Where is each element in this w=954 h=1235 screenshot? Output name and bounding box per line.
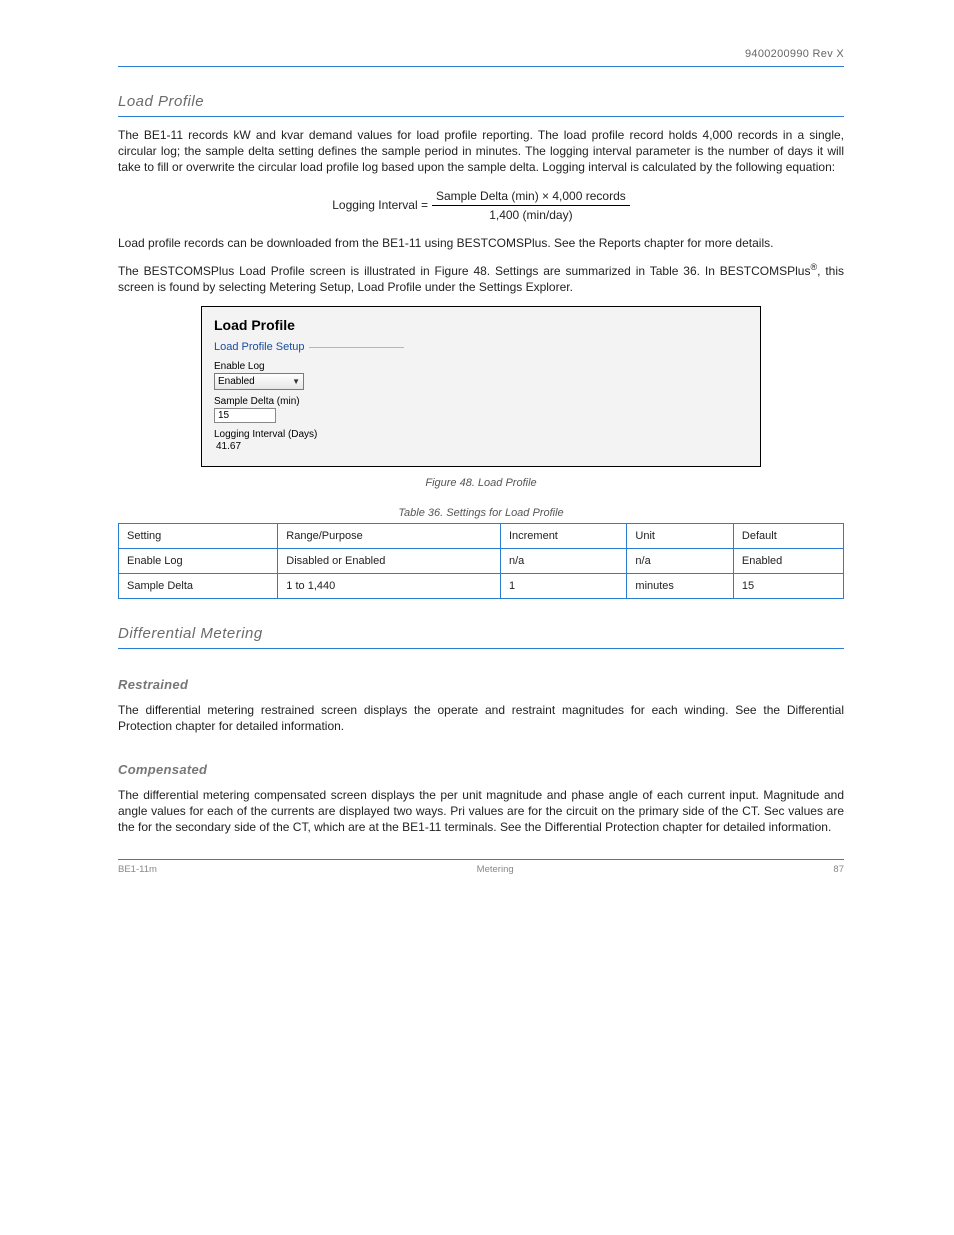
sample-delta-input[interactable]: 15 <box>214 408 276 423</box>
section-heading-load-profile: Load Profile <box>118 93 844 110</box>
table-caption: Table 36. Settings for Load Profile <box>118 507 844 519</box>
enable-log-select[interactable]: Enabled ▼ <box>214 373 304 390</box>
fieldset-rule <box>309 347 404 348</box>
footer-left: BE1-11m <box>118 864 157 875</box>
subhead-compensated: Compensated <box>118 762 844 777</box>
para-2: Load profile records can be downloaded f… <box>118 235 844 251</box>
enable-log-value: Enabled <box>218 376 255 387</box>
section-rule-2 <box>118 648 844 649</box>
load-profile-panel: Load Profile Load Profile Setup Enable L… <box>201 306 761 467</box>
settings-table: Setting Range/Purpose Increment Unit Def… <box>118 523 844 599</box>
th-default: Default <box>733 523 843 548</box>
para-compensated: The differential metering compensated sc… <box>118 787 844 836</box>
footer: BE1-11m Metering 87 <box>118 864 844 875</box>
equation: Logging Interval = Sample Delta (min) × … <box>118 188 844 223</box>
eq-numerator: Sample Delta (min) × 4,000 records <box>432 188 630 206</box>
doc-ref: 9400200990 Rev X <box>745 48 844 60</box>
load-profile-fieldset: Load Profile Setup Enable Log Enabled ▼ … <box>214 339 748 452</box>
th-unit: Unit <box>627 523 734 548</box>
table-row: Enable Log Disabled or Enabled n/a n/a E… <box>119 548 844 573</box>
subhead-restrained: Restrained <box>118 677 844 692</box>
table-row: Sample Delta 1 to 1,440 1 minutes 15 <box>119 573 844 598</box>
eq-denominator: 1,400 (min/day) <box>489 206 572 223</box>
logging-interval-value: 41.67 <box>214 441 748 452</box>
para-restrained: The differential metering restrained scr… <box>118 702 844 734</box>
chevron-down-icon: ▼ <box>292 377 300 386</box>
footer-center: Metering <box>477 864 514 875</box>
section-heading-differential: Differential Metering <box>118 625 844 642</box>
footer-right: 87 <box>833 864 844 875</box>
header-rule <box>118 66 844 67</box>
enable-log-label: Enable Log <box>214 361 748 372</box>
th-increment: Increment <box>500 523 626 548</box>
logging-interval-label: Logging Interval (Days) <box>214 429 748 440</box>
para-1: The BE1-11 records kW and kvar demand va… <box>118 127 844 176</box>
table-header-row: Setting Range/Purpose Increment Unit Def… <box>119 523 844 548</box>
section-rule <box>118 116 844 117</box>
eq-left: Logging Interval = <box>332 197 428 213</box>
th-range: Range/Purpose <box>278 523 501 548</box>
sample-delta-label: Sample Delta (min) <box>214 396 748 407</box>
th-setting: Setting <box>119 523 278 548</box>
figure-caption: Figure 48. Load Profile <box>118 477 844 489</box>
footer-rule <box>118 859 844 860</box>
panel-title: Load Profile <box>214 317 748 333</box>
fieldset-legend: Load Profile Setup <box>214 341 305 355</box>
para-3: The BESTCOMSPlus Load Profile screen is … <box>118 261 844 295</box>
